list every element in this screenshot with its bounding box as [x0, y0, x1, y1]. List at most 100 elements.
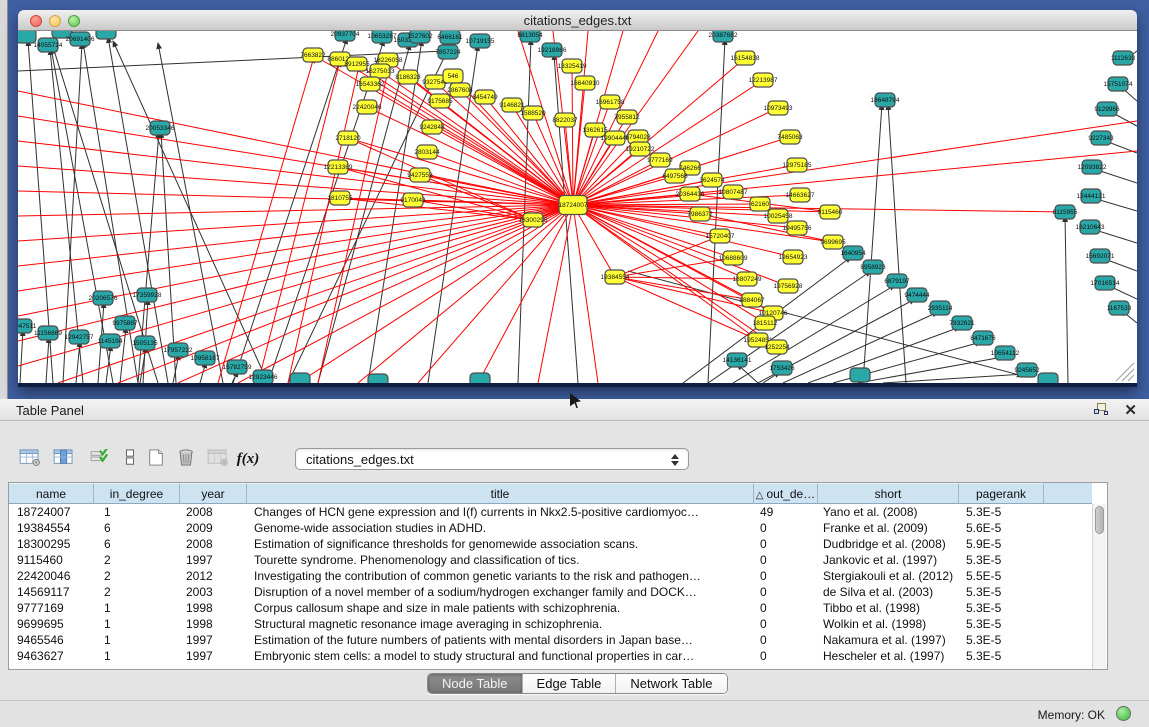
- graph-node[interactable]: 1252254: [764, 340, 790, 354]
- graph-node[interactable]: 7986372: [687, 207, 713, 221]
- graph-edge[interactable]: [573, 205, 598, 383]
- graph-node[interactable]: 546: [443, 69, 463, 83]
- graph-node[interactable]: 11156869: [34, 326, 62, 340]
- graph-node[interactable]: 9175685: [427, 94, 453, 108]
- table-cell[interactable]: 18300295: [9, 536, 94, 552]
- table-cell[interactable]: 5.3E-5: [959, 552, 1044, 568]
- graph-node[interactable]: 7955812: [614, 110, 640, 124]
- graph-edge[interactable]: [20, 330, 23, 383]
- column-header-3[interactable]: title: [247, 483, 754, 504]
- table-cell[interactable]: Estimation of the future numbers of pati…: [247, 632, 754, 648]
- graph-edge[interactable]: [18, 166, 573, 205]
- graph-edge[interactable]: [573, 205, 758, 340]
- delete-table-button[interactable]: [204, 443, 232, 475]
- graph-node[interactable]: 7663822: [300, 48, 326, 62]
- graph-node[interactable]: [1038, 373, 1058, 383]
- delete-trash-icon[interactable]: [172, 443, 200, 475]
- graph-node[interactable]: 8822037: [552, 113, 578, 127]
- graph-node[interactable]: 6497568: [662, 169, 688, 183]
- table-cell[interactable]: 2: [94, 584, 180, 600]
- table-cell[interactable]: Corpus callosum shape and size in male p…: [247, 600, 754, 616]
- table-cell[interactable]: 9465546: [9, 632, 94, 648]
- table-cell[interactable]: Yano et al. (2008): [818, 504, 959, 520]
- graph-node[interactable]: 8813054: [517, 31, 543, 42]
- table-row[interactable]: 946554611997Estimation of the future num…: [9, 632, 1092, 648]
- table-cell[interactable]: Franke et al. (2009): [818, 520, 959, 536]
- graph-node[interactable]: 1588520: [520, 106, 546, 120]
- table-row[interactable]: 946362711997Embryonic stem cells: a mode…: [9, 648, 1092, 664]
- table-cell[interactable]: 14569117: [9, 584, 94, 600]
- graph-node[interactable]: 14055714: [34, 38, 63, 52]
- graph-node[interactable]: 12213987: [749, 73, 778, 87]
- graph-node[interactable]: 3624574: [699, 173, 725, 187]
- graph-node[interactable]: 7485063: [777, 130, 803, 144]
- deselect-rows-button[interactable]: [116, 443, 144, 475]
- graph-node[interactable]: [290, 373, 310, 383]
- table-row[interactable]: 2242004622012Investigating the contribut…: [9, 568, 1092, 584]
- graph-edge[interactable]: [83, 42, 138, 383]
- graph-node[interactable]: 16154838: [731, 51, 760, 65]
- new-document-icon[interactable]: [142, 443, 170, 475]
- table-cell[interactable]: 0: [754, 648, 818, 664]
- table-cell[interactable]: Embryonic stem cells: a model to study s…: [247, 648, 754, 664]
- column-header-0[interactable]: name: [9, 483, 94, 504]
- table-cell[interactable]: 1: [94, 632, 180, 648]
- graph-node[interactable]: 1505135: [132, 336, 158, 350]
- graph-edge[interactable]: [615, 277, 752, 300]
- graph-node[interactable]: 7857224: [435, 45, 461, 59]
- table-settings-button[interactable]: [16, 443, 44, 475]
- column-header-4[interactable]: △out_de…: [754, 483, 818, 504]
- table-cell[interactable]: 2008: [180, 536, 247, 552]
- table-cell[interactable]: Wolkin et al. (1998): [818, 616, 959, 632]
- graph-node[interactable]: 2867608: [447, 83, 473, 97]
- table-cell[interactable]: 0: [754, 616, 818, 632]
- graph-node[interactable]: 12213389: [324, 160, 353, 174]
- graph-node[interactable]: 14663627: [786, 188, 815, 202]
- float-panel-icon[interactable]: [1094, 403, 1109, 417]
- graph-node[interactable]: 9227343: [1088, 131, 1114, 145]
- graph-node[interactable]: 1527602: [407, 31, 433, 43]
- table-row[interactable]: 1456911722003Disruption of a novel membe…: [9, 584, 1092, 600]
- table-cell[interactable]: Genome-wide association studies in ADHD.: [247, 520, 754, 536]
- graph-node[interactable]: 15751074: [1104, 77, 1133, 91]
- graph-node[interactable]: 1753426: [769, 361, 795, 375]
- graph-edge[interactable]: [883, 374, 1025, 383]
- table-cell[interactable]: 5.3E-5: [959, 632, 1044, 648]
- table-cell[interactable]: de Silva et al. (2003): [818, 584, 959, 600]
- graph-edge[interactable]: [538, 205, 573, 383]
- table-cell[interactable]: 2: [94, 568, 180, 584]
- table-cell[interactable]: 0: [754, 632, 818, 648]
- table-cell[interactable]: Jankovic et al. (1997): [818, 552, 959, 568]
- table-cell[interactable]: 1998: [180, 600, 247, 616]
- table-row[interactable]: 1938455462009Genome-wide association stu…: [9, 520, 1092, 536]
- table-cell[interactable]: 22420046: [9, 568, 94, 584]
- table-cell[interactable]: Tibbo et al. (1998): [818, 600, 959, 616]
- graph-edge[interactable]: [808, 327, 960, 383]
- table-cell[interactable]: 1: [94, 648, 180, 664]
- graph-node[interactable]: 6879197: [884, 274, 910, 288]
- graph-node[interactable]: 13325419: [558, 59, 587, 73]
- table-cell[interactable]: 2009: [180, 520, 247, 536]
- graph-edge[interactable]: [318, 62, 390, 383]
- close-panel-icon[interactable]: ✕: [1124, 401, 1137, 419]
- graph-node[interactable]: 9427552: [407, 168, 433, 182]
- graph-edge[interactable]: [18, 91, 573, 205]
- graph-node[interactable]: 62160: [750, 197, 770, 211]
- graph-node[interactable]: 8115955: [1053, 205, 1078, 219]
- graph-node[interactable]: 2803144: [414, 145, 440, 159]
- graph-node[interactable]: 2718120: [335, 131, 361, 145]
- graph-node[interactable]: 1112633: [1111, 51, 1136, 65]
- graph-edge[interactable]: [1065, 216, 1068, 383]
- graph-node[interactable]: 10688609: [719, 251, 748, 265]
- network-window-titlebar[interactable]: citations_edges.txt: [18, 10, 1137, 31]
- table-cell[interactable]: Nakamura et al. (1997): [818, 632, 959, 648]
- graph-node[interactable]: 8454749: [472, 90, 498, 104]
- graph-node[interactable]: 9245652: [1014, 363, 1040, 377]
- graph-node[interactable]: 17016514: [1091, 276, 1120, 290]
- table-cell[interactable]: 1: [94, 600, 180, 616]
- graph-node[interactable]: 18724007: [559, 196, 588, 215]
- graph-node[interactable]: 16640910: [571, 76, 600, 90]
- graph-node[interactable]: 1640954: [840, 246, 866, 260]
- graph-node[interactable]: 6466161: [437, 31, 463, 44]
- graph-edge[interactable]: [863, 104, 882, 383]
